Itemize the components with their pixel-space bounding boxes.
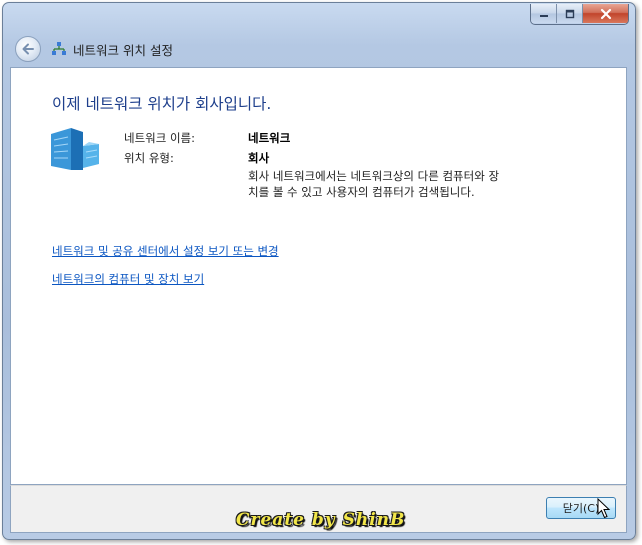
network-name-value: 네트워크 [248, 131, 291, 145]
page-title: 이제 네트워크 위치가 회사입니다. [52, 95, 272, 113]
navigation-header: 네트워크 위치 설정 [11, 29, 627, 69]
description-line: 회사 네트워크에서는 네트워크상의 다른 컴퓨터와 장 [248, 169, 500, 183]
back-button[interactable] [15, 36, 41, 62]
office-building-icon [51, 128, 99, 170]
window-title: 네트워크 위치 설정 [73, 42, 173, 58]
network-name-label: 네트워크 이름: [124, 131, 196, 145]
maximize-icon [565, 9, 574, 18]
back-arrow-icon [22, 43, 34, 55]
maximize-button[interactable] [557, 4, 583, 23]
location-type-value: 회사 [248, 151, 270, 165]
content-pane: 이제 네트워크 위치가 회사입니다. 네트워크 이름: 네트워크 위치 유형: … [10, 67, 627, 485]
close-icon [600, 8, 611, 19]
watermark-text: Create by ShinB [236, 510, 406, 530]
mouse-cursor-icon [597, 498, 611, 519]
network-icon [52, 42, 66, 55]
description-line: 치를 볼 수 있고 사용자의 컴퓨터가 검색됩니다. [248, 185, 475, 199]
location-description: 회사 네트워크에서는 네트워크상의 다른 컴퓨터와 장 치를 볼 수 있고 사용… [248, 168, 548, 200]
minimize-icon [539, 14, 548, 17]
location-type-label: 위치 유형: [124, 151, 174, 165]
caption-buttons [530, 4, 629, 25]
dialog-window: 네트워크 위치 설정 이제 네트워크 위치가 회사입니다. 네트워크 이름: 네… [2, 2, 636, 540]
network-sharing-center-link[interactable]: 네트워크 및 공유 센터에서 설정 보기 또는 변경 [52, 243, 279, 259]
minimize-button[interactable] [531, 4, 557, 23]
close-caption-button[interactable] [583, 4, 628, 23]
view-network-devices-link[interactable]: 네트워크의 컴퓨터 및 장치 보기 [52, 271, 204, 287]
